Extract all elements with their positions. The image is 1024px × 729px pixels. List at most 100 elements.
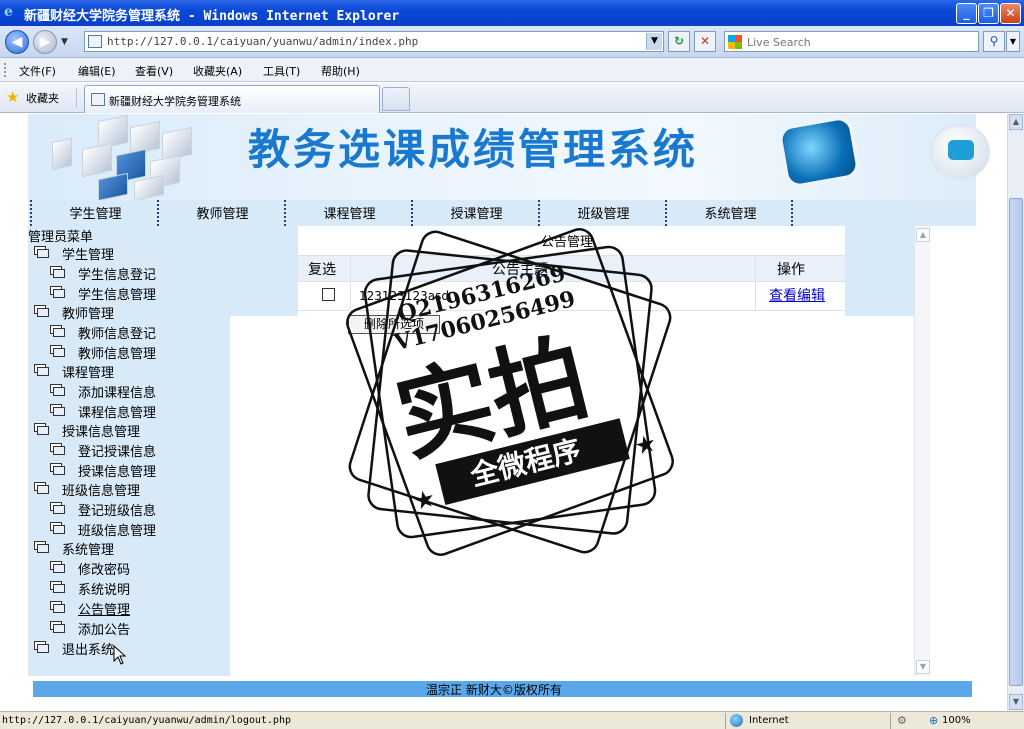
- scroll-up-icon[interactable]: ▲: [1009, 114, 1023, 130]
- address-box: ▼: [84, 31, 664, 52]
- nav-label: 教师管理: [196, 207, 249, 222]
- folder-window-icon: [34, 482, 49, 494]
- sidebar-group-label: 退出系统: [62, 643, 115, 658]
- monitor-graphic: [776, 114, 862, 191]
- top-navigation: 学生管理 教师管理 课程管理 授课管理 班级管理 系统管理: [28, 200, 976, 226]
- page-window-icon: [50, 502, 65, 514]
- scrollbar-thumb[interactable]: [1009, 198, 1023, 686]
- nav-course-management[interactable]: 课程管理: [284, 200, 411, 226]
- menu-view[interactable]: 查看(V): [135, 63, 173, 79]
- page-scrollbar[interactable]: ▲ ▼: [1007, 114, 1024, 711]
- favorites-button[interactable]: 收藏夹: [26, 90, 59, 106]
- menu-edit[interactable]: 编辑(E): [78, 63, 116, 79]
- nav-student-management[interactable]: 学生管理: [30, 200, 157, 226]
- maximize-button[interactable]: ❐: [978, 3, 999, 24]
- page-viewport: 教务选课成绩管理系统 学生管理 教师管理 课程管理 授课管理 班级管理 系统管理…: [0, 114, 1007, 711]
- search-input[interactable]: [747, 34, 975, 50]
- scroll-down-icon[interactable]: ▼: [1009, 694, 1023, 710]
- menu-favorites[interactable]: 收藏夹(A): [193, 63, 242, 79]
- internet-zone-icon: [730, 714, 743, 727]
- sidebar-group-label: 教师管理: [62, 307, 115, 322]
- favorites-bar: ★ 收藏夹 新疆财经大学院务管理系统: [0, 83, 1024, 113]
- live-search-logo-icon: [728, 35, 742, 49]
- sidebar-group-label: 系统管理: [62, 543, 115, 558]
- sidebar-group-label: 学生管理: [62, 248, 115, 263]
- minimize-button[interactable]: _: [956, 3, 977, 24]
- stop-button[interactable]: ✕: [694, 31, 716, 52]
- tab-active-page[interactable]: 新疆财经大学院务管理系统: [84, 85, 380, 113]
- back-button[interactable]: ◀: [5, 30, 29, 54]
- tab-label: 新疆财经大学院务管理系统: [109, 95, 241, 108]
- new-tab-button[interactable]: [382, 87, 410, 111]
- robot-graphic: [930, 124, 990, 180]
- page-window-icon: [50, 384, 65, 396]
- cubes-graphic: [52, 114, 208, 202]
- nav-label: 班级管理: [577, 207, 630, 222]
- sidebar-heading: 管理员菜单: [28, 230, 94, 245]
- zoom-level[interactable]: 100%: [942, 715, 971, 726]
- nav-label: 学生管理: [69, 207, 122, 222]
- address-dropdown-button[interactable]: ▼: [646, 33, 662, 50]
- nav-teacher-management[interactable]: 教师管理: [157, 200, 284, 226]
- status-divider: [890, 713, 891, 729]
- search-options-dropdown[interactable]: ▼: [1006, 31, 1020, 52]
- content-scroll-up-icon[interactable]: ▲: [916, 228, 930, 242]
- protected-mode-icon[interactable]: ⚙: [897, 714, 907, 727]
- column-header-select: 复选: [308, 262, 336, 278]
- table-border: [298, 281, 845, 282]
- menu-help[interactable]: 帮助(H): [321, 63, 360, 79]
- content-scroll-down-icon[interactable]: ▼: [916, 660, 930, 674]
- content-left-margin: [230, 226, 298, 316]
- page-window-icon: [50, 561, 65, 573]
- page-window-icon: [50, 443, 65, 455]
- view-edit-link[interactable]: 查看编辑: [769, 285, 825, 305]
- sidebar-group-label: 课程管理: [62, 366, 115, 381]
- forward-button[interactable]: ▶: [33, 30, 57, 54]
- folder-window-icon: [34, 541, 49, 553]
- recent-pages-dropdown[interactable]: ▼: [61, 37, 68, 47]
- zoom-icon[interactable]: ⊕: [929, 714, 938, 727]
- tab-page-icon: [91, 93, 105, 106]
- section-title: 公告管理: [541, 235, 594, 250]
- sidebar-item-label: 修改密码: [78, 563, 131, 578]
- search-button[interactable]: ⚲: [983, 31, 1005, 52]
- page-icon: [88, 35, 102, 48]
- nav-label: 系统管理: [704, 207, 757, 222]
- nav-class-management[interactable]: 班级管理: [538, 200, 665, 226]
- sidebar-group-label: 授课信息管理: [62, 425, 141, 440]
- favorites-star-icon[interactable]: ★: [6, 88, 19, 106]
- menu-file[interactable]: 文件(F): [19, 63, 56, 79]
- ie-logo-icon: e: [4, 4, 13, 20]
- refresh-button[interactable]: ↻: [668, 31, 690, 52]
- status-bar: http://127.0.0.1/caiyuan/yuanwu/admin/lo…: [0, 711, 1024, 729]
- toolbar-grip: [4, 63, 7, 77]
- sidebar-item-label: 添加公告: [78, 623, 131, 638]
- page-window-icon: [50, 345, 65, 357]
- close-window-button[interactable]: ✕: [1000, 3, 1021, 24]
- menu-tools[interactable]: 工具(T): [263, 63, 300, 79]
- folder-window-icon: [34, 246, 49, 258]
- site-banner: 教务选课成绩管理系统: [28, 114, 990, 202]
- nav-teaching-management[interactable]: 授课管理: [411, 200, 538, 226]
- table-header-row: [298, 256, 845, 281]
- content-scrollbar[interactable]: ▲ ▼: [914, 226, 930, 676]
- page-window-icon: [50, 581, 65, 593]
- notice-subject: 123123123asd: [359, 289, 449, 303]
- sidebar-item-label: 授课信息管理: [78, 465, 157, 480]
- table-border: [350, 255, 351, 310]
- sidebar-item-label: 课程信息管理: [78, 406, 157, 421]
- address-input[interactable]: [107, 33, 643, 50]
- mouse-cursor-icon: [113, 645, 127, 665]
- page-window-icon: [50, 601, 65, 613]
- nav-divider: [791, 200, 793, 226]
- page-window-icon: [50, 463, 65, 475]
- sidebar-item-label: 学生信息登记: [78, 268, 157, 283]
- sidebar-item-label: 学生信息管理: [78, 288, 157, 303]
- delete-selected-button[interactable]: 删除所选项: [348, 315, 440, 334]
- page-window-icon: [50, 325, 65, 337]
- address-toolbar: ◀ ▶ ▼ ▼ ↻ ✕ ⚲ ▼: [0, 26, 1024, 58]
- row-checkbox[interactable]: [322, 288, 335, 301]
- nav-label: 课程管理: [323, 207, 376, 222]
- nav-system-management[interactable]: 系统管理: [665, 200, 792, 226]
- nav-label: 授课管理: [450, 207, 503, 222]
